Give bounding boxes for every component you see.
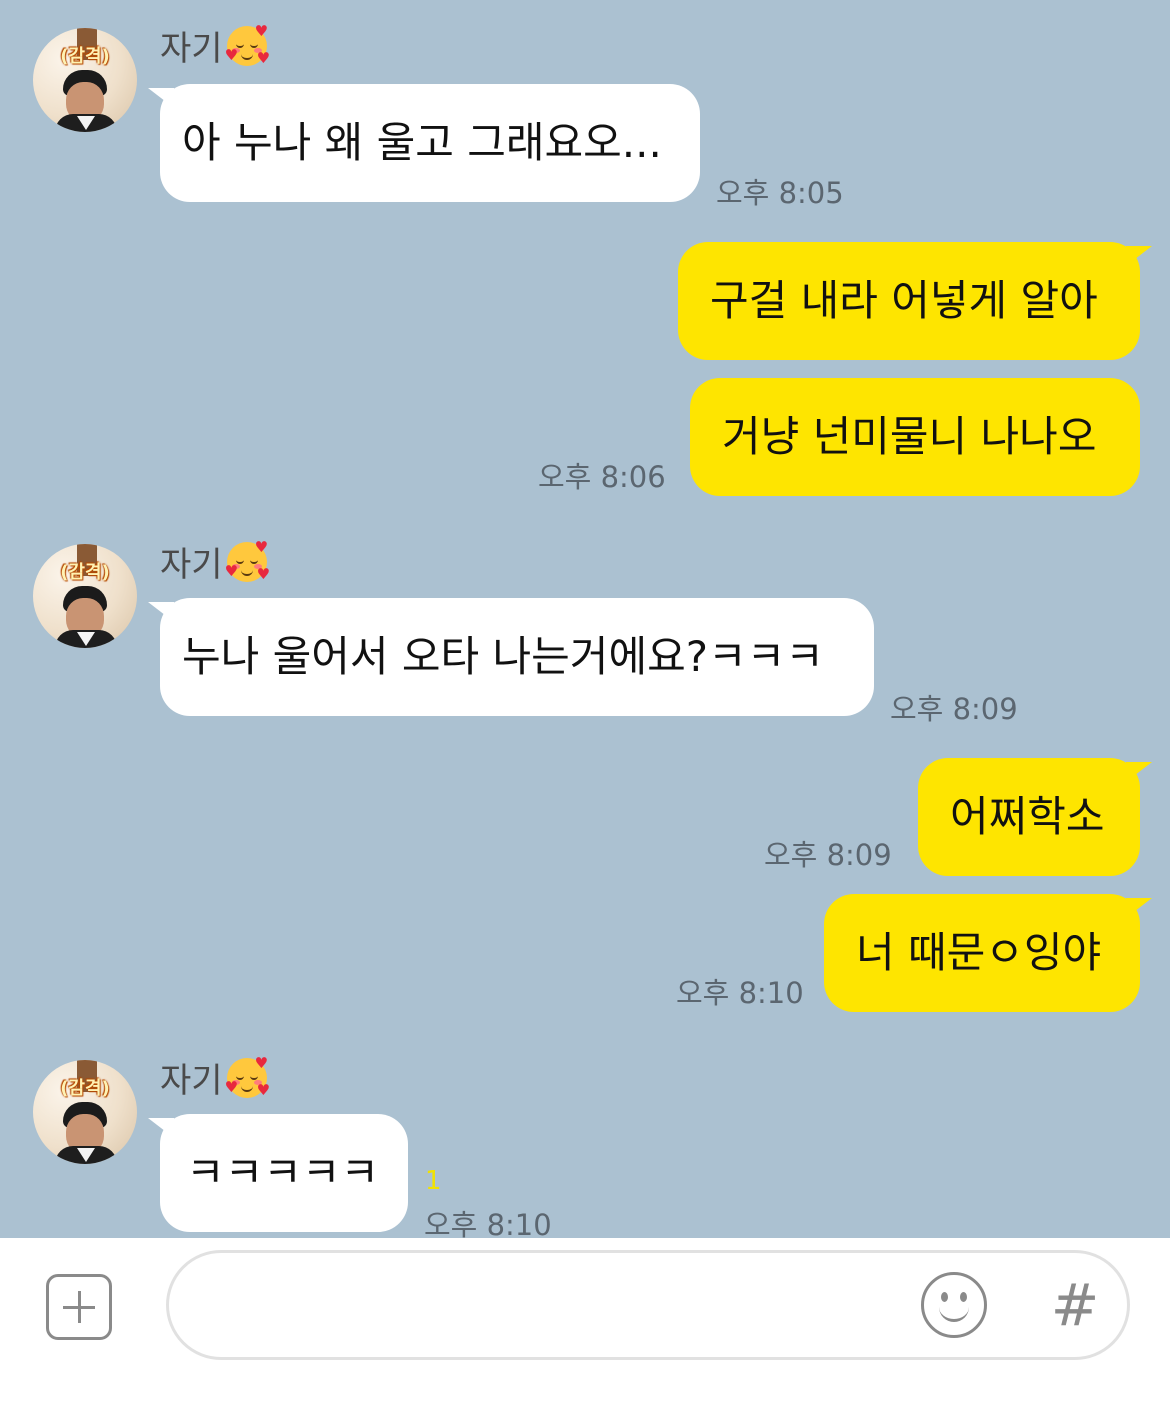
message-text: ㅋㅋㅋㅋㅋ [186, 1148, 380, 1197]
partner-avatar[interactable]: (감격) [33, 1060, 137, 1164]
chat-area[interactable]: (감격) 자기 ♥ ♥ ♥ 아 누나 왜 울고 그래요오... 오후 8:05 구걸 … [0, 0, 1170, 1238]
message-time: 오후 8:05 [716, 176, 844, 210]
message-bubble-outgoing[interactable]: 거냥 넌미물니 나나오 [690, 378, 1140, 496]
unread-count: 1 [425, 1166, 442, 1196]
message-bubble-outgoing[interactable]: 구걸 내라 어넣게 알아 [678, 242, 1152, 360]
sender-name-text: 자기 [160, 1061, 223, 1101]
message-text: 구걸 내라 어넣게 알아 [710, 276, 1098, 325]
message-bubble-outgoing[interactable]: 너 때문ㅇ잉야 [824, 894, 1152, 1012]
avatar-caption: (감격) [60, 46, 110, 67]
avatar-caption: (감격) [60, 1078, 110, 1099]
smiling-face-with-hearts-icon: ♥ ♥ ♥ [224, 1054, 271, 1099]
message-text: 너 때문ㅇ잉야 [856, 928, 1102, 977]
message-bubble-incoming[interactable]: ㅋㅋㅋㅋㅋ [148, 1114, 408, 1232]
message-bubble-incoming[interactable]: 누나 울어서 오타 나는거에요?ㅋㅋㅋ [148, 598, 874, 716]
message-input[interactable] [209, 1273, 913, 1339]
message-time: 오후 8:10 [424, 1208, 552, 1238]
plus-icon[interactable] [46, 1274, 112, 1340]
emoji-icon[interactable] [921, 1272, 987, 1338]
message-time: 오후 8:09 [764, 838, 892, 872]
message-time: 오후 8:10 [676, 976, 804, 1010]
sender-name: 자기 ♥ ♥ ♥ [160, 1054, 271, 1102]
sender-name-text: 자기 [160, 29, 223, 69]
message-bubble-outgoing[interactable]: 어쩌학소 [918, 758, 1152, 876]
message-bubble-incoming[interactable]: 아 누나 왜 울고 그래요오... [148, 84, 700, 202]
message-text: 거냥 넌미물니 나나오 [722, 412, 1097, 461]
message-time: 오후 8:09 [890, 692, 1018, 726]
partner-avatar[interactable]: (감격) [33, 28, 137, 132]
sender-name: 자기 ♥ ♥ ♥ [160, 538, 271, 586]
sender-name: 자기 ♥ ♥ ♥ [160, 22, 271, 70]
smiling-face-with-hearts-icon: ♥ ♥ ♥ [224, 22, 271, 67]
sender-name-text: 자기 [160, 545, 223, 585]
message-time: 오후 8:06 [538, 460, 666, 494]
partner-avatar[interactable]: (감격) [33, 544, 137, 648]
avatar-caption: (감격) [60, 562, 110, 583]
message-field[interactable]: # [166, 1250, 1130, 1360]
message-text: 누나 울어서 오타 나는거에요?ㅋㅋㅋ [182, 632, 824, 681]
message-text: 어쩌학소 [950, 792, 1105, 841]
input-bar: # [0, 1238, 1170, 1419]
hash-button[interactable]: # [1045, 1269, 1105, 1341]
message-text: 아 누나 왜 울고 그래요오... [182, 118, 662, 167]
smiling-face-with-hearts-icon: ♥ ♥ ♥ [224, 538, 271, 583]
